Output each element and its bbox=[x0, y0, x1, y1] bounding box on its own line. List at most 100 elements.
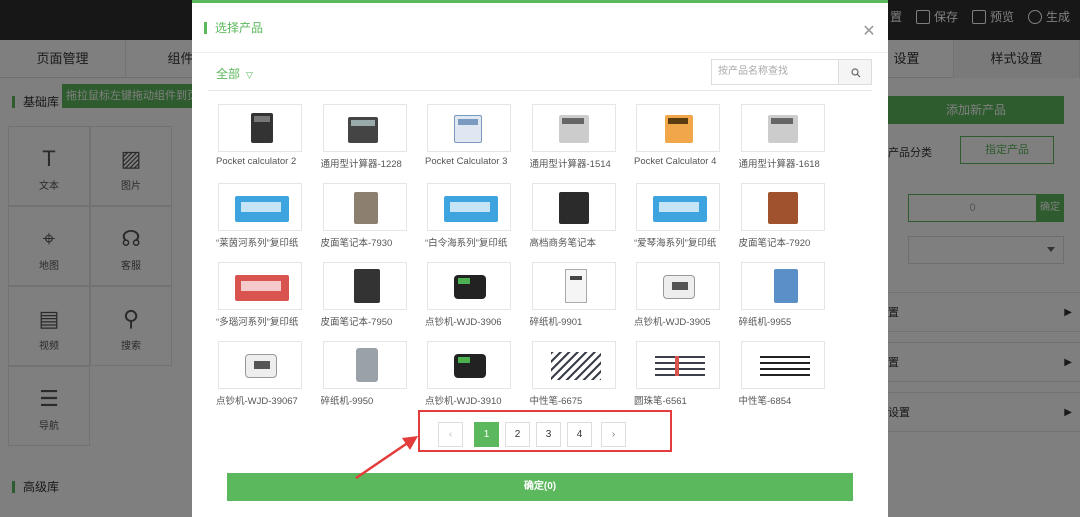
product-thumbnail[interactable] bbox=[636, 262, 720, 310]
product-image bbox=[665, 115, 693, 143]
product-image bbox=[558, 115, 589, 143]
product-thumbnail[interactable] bbox=[218, 341, 302, 389]
search-button[interactable] bbox=[838, 59, 872, 85]
product-thumbnail[interactable] bbox=[322, 183, 407, 231]
product-image bbox=[767, 192, 798, 224]
product-name: 通用型计算器-1514 bbox=[529, 159, 611, 170]
product-thumbnail[interactable] bbox=[531, 262, 616, 310]
product-card[interactable]: “多瑙河系列”复印纸 bbox=[216, 262, 312, 332]
product-image bbox=[235, 196, 289, 222]
product-card[interactable]: Pocket Calculator 3 bbox=[425, 104, 521, 174]
product-image bbox=[653, 196, 707, 222]
product-name: Pocket Calculator 3 bbox=[425, 156, 508, 167]
product-card[interactable]: 中性笔-6854 bbox=[739, 341, 835, 411]
pagination-highlight-box bbox=[418, 410, 672, 452]
product-image bbox=[550, 352, 601, 380]
product-thumbnail[interactable] bbox=[218, 262, 302, 310]
product-thumbnail[interactable] bbox=[427, 341, 511, 389]
chevron-down-icon: ▽ bbox=[246, 70, 253, 80]
product-thumbnail[interactable] bbox=[740, 104, 825, 152]
product-card[interactable]: 点钞机-WJD-3906 bbox=[425, 262, 521, 332]
product-thumbnail[interactable] bbox=[740, 341, 825, 389]
product-thumbnail[interactable] bbox=[636, 104, 720, 152]
product-image bbox=[759, 356, 810, 376]
dialog-title: 选择产品 bbox=[204, 22, 263, 34]
product-card[interactable]: “莱茵河系列”复印纸 bbox=[216, 183, 312, 253]
product-name: 中性笔-6854 bbox=[738, 396, 792, 407]
product-image bbox=[355, 348, 378, 382]
product-card[interactable]: Pocket calculator 2 bbox=[216, 104, 312, 174]
product-card[interactable]: 通用型计算器-1228 bbox=[321, 104, 417, 174]
product-name: Pocket Calculator 4 bbox=[634, 156, 717, 167]
product-image bbox=[353, 269, 380, 303]
product-thumbnail[interactable] bbox=[531, 104, 616, 152]
product-thumbnail[interactable] bbox=[322, 104, 407, 152]
product-name: “白令海系列”复印纸 bbox=[425, 238, 508, 249]
product-name: 碎纸机-9955 bbox=[738, 317, 792, 328]
product-card[interactable]: “爱琴海系列”复印纸 bbox=[634, 183, 730, 253]
category-dropdown[interactable]: 全部 ▽ bbox=[216, 65, 253, 82]
category-dropdown-label: 全部 bbox=[216, 67, 241, 81]
product-thumbnail[interactable] bbox=[427, 183, 511, 231]
product-thumbnail[interactable] bbox=[218, 104, 302, 152]
close-icon[interactable]: ✕ bbox=[862, 24, 876, 40]
product-card[interactable]: 高档商务笔记本 bbox=[530, 183, 626, 253]
product-thumbnail[interactable] bbox=[740, 262, 825, 310]
product-card[interactable]: 碎纸机-9901 bbox=[530, 262, 626, 332]
product-name: 点钞机-WJD-3906 bbox=[425, 317, 502, 328]
product-thumbnail[interactable] bbox=[218, 183, 302, 231]
product-name: 高档商务笔记本 bbox=[529, 238, 597, 249]
product-thumbnail[interactable] bbox=[427, 262, 511, 310]
product-search-input[interactable]: 按产品名称查找 bbox=[711, 59, 839, 85]
product-card[interactable]: 通用型计算器-1618 bbox=[739, 104, 835, 174]
product-card[interactable]: 圆珠笔-6561 bbox=[634, 341, 730, 411]
product-image bbox=[347, 117, 378, 143]
product-thumbnail[interactable] bbox=[531, 341, 616, 389]
product-name: 碎纸机-9950 bbox=[320, 396, 374, 407]
product-image bbox=[767, 115, 798, 143]
product-thumbnail[interactable] bbox=[427, 104, 511, 152]
product-image bbox=[564, 269, 587, 303]
product-thumbnail[interactable] bbox=[636, 341, 720, 389]
product-image bbox=[444, 196, 498, 222]
product-card[interactable]: 皮面笔记本-7920 bbox=[739, 183, 835, 253]
product-name: “爱琴海系列”复印纸 bbox=[634, 238, 717, 249]
filter-bar: 全部 ▽ 按产品名称查找 bbox=[208, 53, 872, 91]
product-name: 通用型计算器-1228 bbox=[320, 159, 402, 170]
product-name: 通用型计算器-1618 bbox=[738, 159, 820, 170]
product-name: “莱茵河系列”复印纸 bbox=[216, 238, 299, 249]
product-name: 点钞机-WJD-39067 bbox=[216, 396, 298, 407]
product-image bbox=[245, 354, 277, 378]
product-thumbnail[interactable] bbox=[531, 183, 616, 231]
product-name: 皮面笔记本-7950 bbox=[320, 317, 393, 328]
product-card[interactable]: 点钞机-WJD-3910 bbox=[425, 341, 521, 411]
product-image bbox=[773, 269, 798, 303]
product-card[interactable]: 通用型计算器-1514 bbox=[530, 104, 626, 174]
product-name: 中性笔-6675 bbox=[529, 396, 583, 407]
product-image bbox=[353, 192, 378, 224]
search-icon bbox=[851, 68, 861, 78]
product-name: 碎纸机-9901 bbox=[529, 317, 583, 328]
product-card[interactable]: 中性笔-6675 bbox=[530, 341, 626, 411]
product-thumbnail[interactable] bbox=[322, 262, 407, 310]
product-image bbox=[251, 113, 273, 143]
product-card[interactable]: 皮面笔记本-7950 bbox=[321, 262, 417, 332]
product-image bbox=[454, 115, 482, 143]
dialog-header: 选择产品 ✕ bbox=[192, 3, 888, 53]
product-card[interactable]: 点钞机-WJD-39067 bbox=[216, 341, 312, 411]
product-card[interactable]: 碎纸机-9955 bbox=[739, 262, 835, 332]
product-image bbox=[235, 275, 289, 301]
product-card[interactable]: 碎纸机-9950 bbox=[321, 341, 417, 411]
confirm-button[interactable]: 确定(0) bbox=[227, 473, 853, 501]
product-thumbnail[interactable] bbox=[322, 341, 407, 389]
product-card[interactable]: “白令海系列”复印纸 bbox=[425, 183, 521, 253]
product-image bbox=[558, 192, 589, 224]
product-name: “多瑙河系列”复印纸 bbox=[216, 317, 299, 328]
product-card[interactable]: 点钞机-WJD-3905 bbox=[634, 262, 730, 332]
annotation-arrow-icon bbox=[355, 436, 418, 480]
product-card[interactable]: Pocket Calculator 4 bbox=[634, 104, 730, 174]
product-name: Pocket calculator 2 bbox=[216, 156, 297, 167]
product-thumbnail[interactable] bbox=[740, 183, 825, 231]
product-thumbnail[interactable] bbox=[636, 183, 720, 231]
product-card[interactable]: 皮面笔记本-7930 bbox=[321, 183, 417, 253]
